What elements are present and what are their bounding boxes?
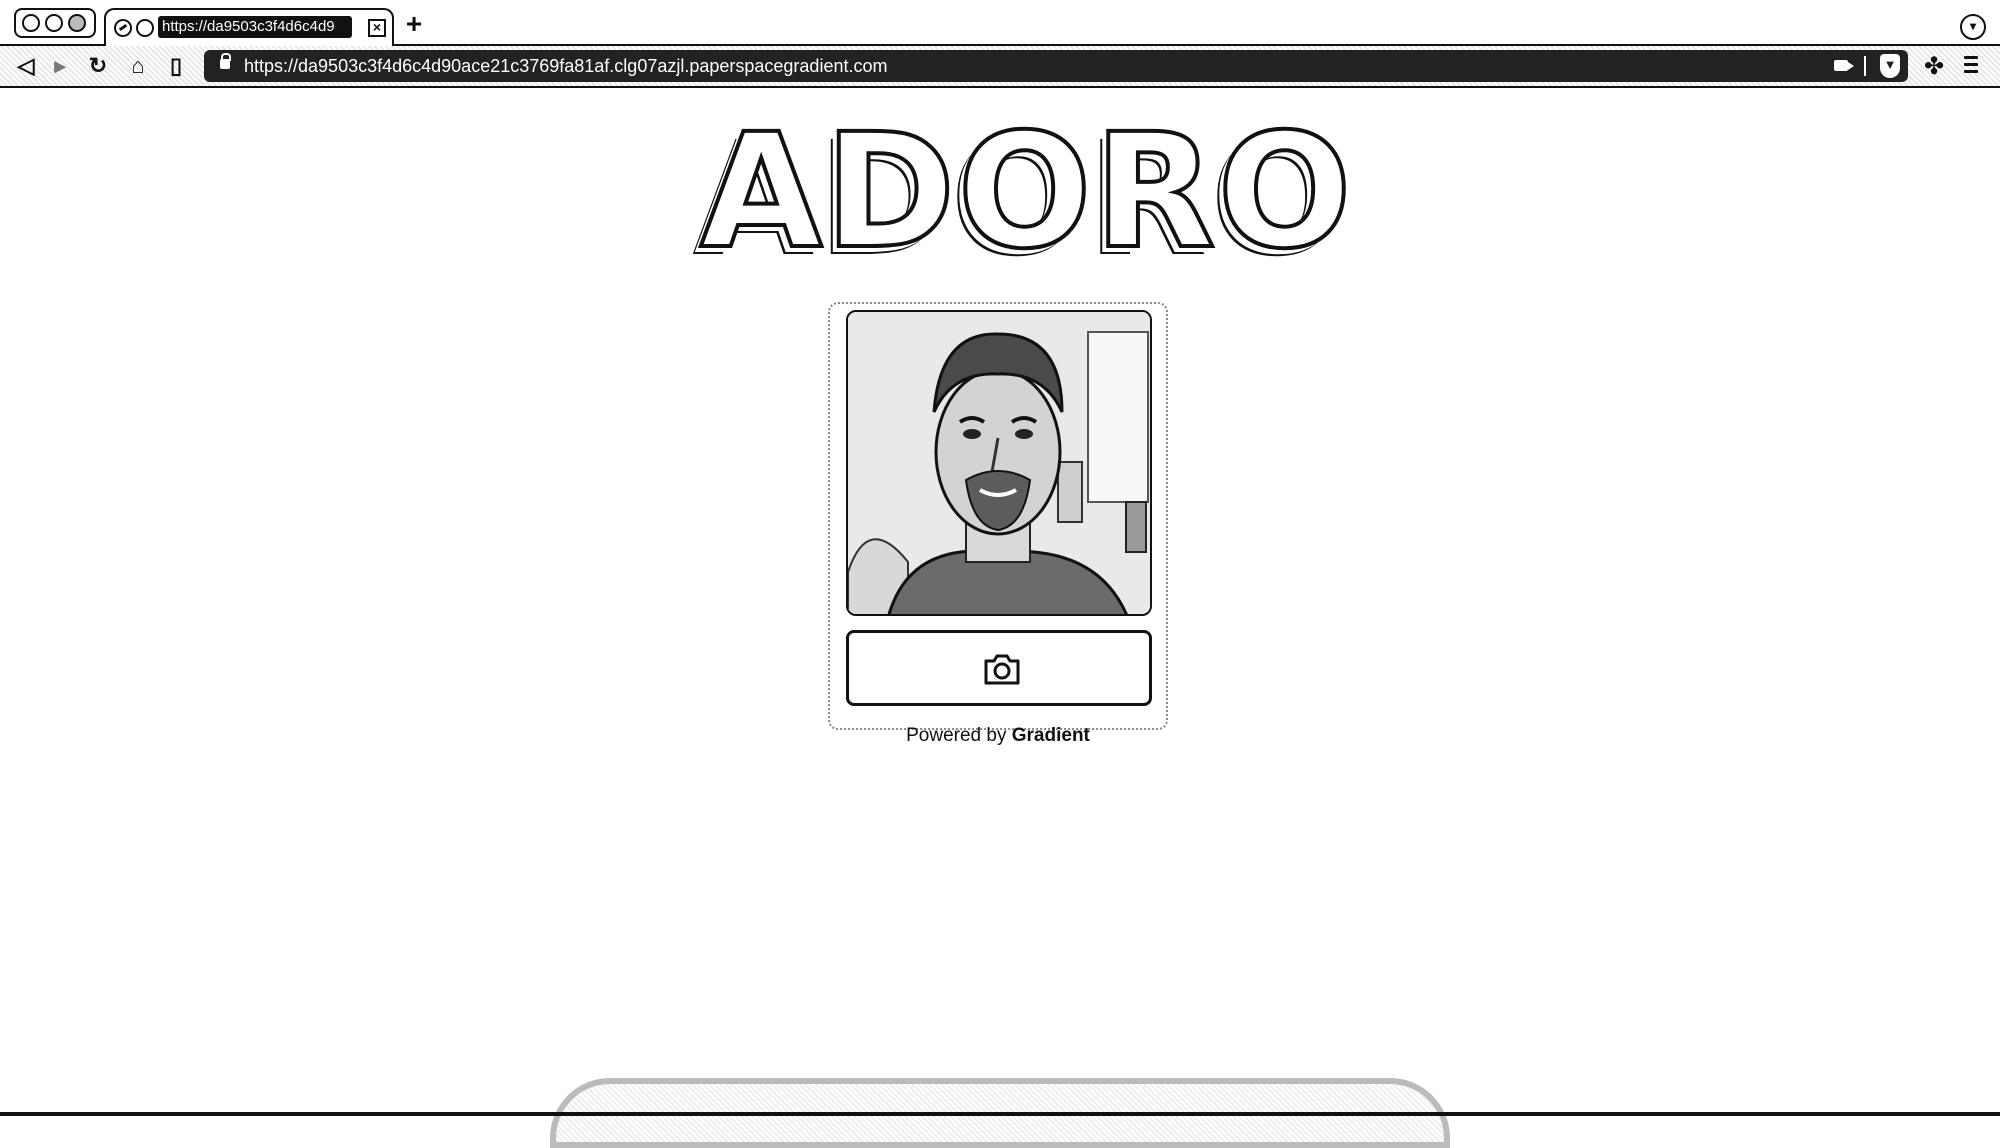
tab-title: https://da9503c3f4d6c4d9 [158, 16, 352, 38]
capture-button[interactable] [846, 630, 1152, 706]
browser-tab[interactable]: https://da9503c3f4d6c4d9 × [104, 8, 394, 46]
address-bar[interactable]: https://da9503c3f4d6c4d90ace21c3769fa81a… [204, 50, 1908, 82]
tab-strip: https://da9503c3f4d6c4d9 × + ▾ [0, 0, 2000, 46]
tab-favicon-icon [136, 19, 154, 37]
close-window-button[interactable] [22, 14, 40, 32]
powered-by-brand[interactable]: Gradient [1012, 725, 1090, 746]
webcam-preview [846, 310, 1152, 616]
app-logo: ADORO [698, 100, 1354, 284]
menu-icon[interactable] [1964, 56, 1978, 78]
address-bar-url[interactable]: https://da9503c3f4d6c4d90ace21c3769fa81a… [244, 55, 887, 77]
new-tab-button[interactable]: + [402, 10, 426, 38]
bookmark-icon[interactable]: ▯ [164, 54, 188, 78]
webcam-image [848, 312, 1150, 614]
minimize-window-button[interactable] [45, 14, 63, 32]
window-bottom-border [0, 1112, 2000, 1116]
puzzle-icon[interactable]: ✤ [1922, 55, 1946, 79]
browser-toolbar: ◁ ▸ ↻ ⌂ ▯ https://da9503c3f4d6c4d90ace21… [0, 46, 2000, 88]
maximize-window-button[interactable] [68, 14, 86, 32]
powered-by: Powered by Gradient [828, 724, 1168, 748]
lock-icon[interactable] [220, 53, 231, 69]
window-controls [14, 8, 96, 38]
home-icon[interactable]: ⌂ [126, 54, 150, 78]
tab-audio-icon [114, 19, 132, 37]
tab-search-icon[interactable]: ▾ [1960, 14, 1986, 40]
address-bar-divider [1864, 56, 1866, 76]
reload-icon[interactable]: ↻ [86, 54, 110, 78]
brave-shield-icon[interactable]: ▼ [1880, 54, 1900, 78]
back-icon[interactable]: ◁ [14, 54, 38, 78]
forward-icon[interactable]: ▸ [48, 54, 72, 78]
camera-permission-icon[interactable] [1834, 60, 1854, 71]
tab-close-icon[interactable]: × [368, 19, 386, 37]
powered-by-prefix: Powered by [906, 725, 1007, 746]
camera-icon [984, 654, 1020, 685]
